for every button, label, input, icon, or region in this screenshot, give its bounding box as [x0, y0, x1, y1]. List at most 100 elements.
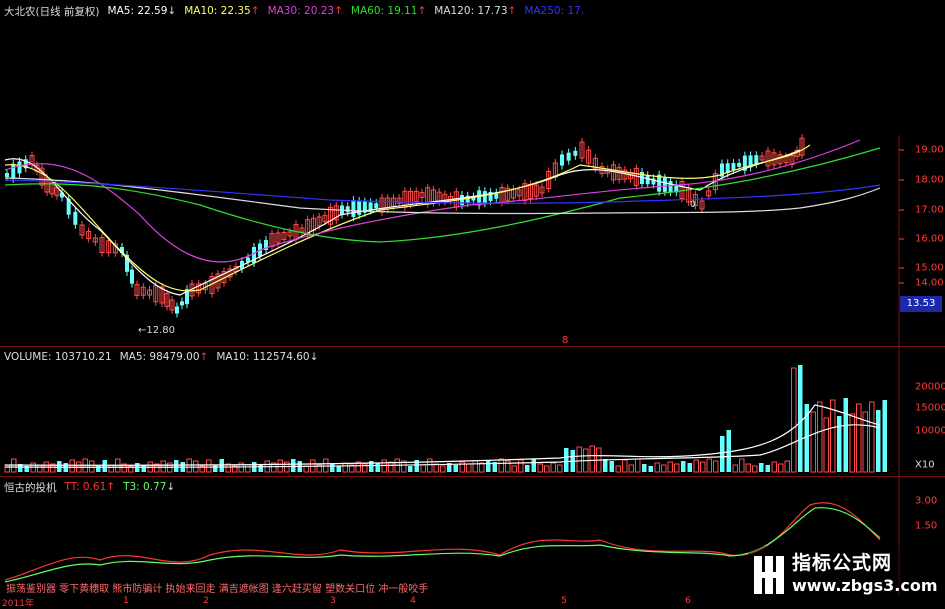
vol-ma5-label: MA5: 98479.00↑ [119, 351, 209, 363]
tt-label: TT: 0.61↑ [64, 481, 116, 493]
watermark-brand: 指标公式网 www.zbgs3.com [748, 546, 942, 606]
volume-bar [759, 463, 764, 472]
vol-ma10-label: MA10: 112574.60↓ [216, 351, 319, 363]
volume-bar [472, 460, 478, 473]
volume-bar [453, 465, 458, 472]
price-axis: 19.00 18.00 17.00 16.00 15.00 14.00 [900, 0, 945, 345]
volume-axis: 20000 15000 10000 X10 [900, 346, 945, 476]
volume-bar [550, 462, 556, 473]
volume-bar [784, 460, 790, 473]
volume-bar [258, 464, 263, 472]
volume-unit: X10 [915, 459, 935, 471]
volume-bar [206, 459, 212, 473]
volume-bar [681, 461, 686, 472]
volume-bar [537, 463, 543, 473]
separator [0, 346, 945, 347]
brand-logo-icon [754, 556, 784, 594]
volume-bar [810, 411, 816, 473]
volume-bar [843, 398, 848, 472]
ma30-line [4, 139, 861, 263]
volume-bar [193, 460, 199, 473]
volume-bar [525, 465, 530, 472]
volume-bar [408, 466, 413, 472]
volume-bar [291, 459, 296, 472]
volume-bar [778, 463, 784, 473]
low-price-label: ←12.80 [138, 325, 176, 336]
volume-bar [849, 413, 855, 473]
volume-bar [798, 365, 803, 472]
ma10-label: MA10: 22.35↑ [184, 5, 260, 17]
volume-legend: VOLUME: 103710.21 MA5: 98479.00↑ MA10: 1… [4, 349, 318, 365]
candle-body [566, 152, 571, 161]
ma30-label: MA30: 20.23↑ [267, 5, 343, 17]
volume-bar [823, 417, 829, 473]
volume-bar [622, 459, 628, 473]
volume-tick: 20000 [915, 381, 945, 393]
volume-bar [420, 464, 426, 473]
candle-body [731, 163, 736, 171]
volume-bar [693, 459, 699, 473]
volume-bar [791, 367, 797, 473]
ma5-label: MA5: 22.59↓ [107, 5, 177, 17]
vol-ma10-line [4, 424, 881, 468]
brand-name: 指标公式网 [792, 552, 893, 574]
date-tick: 1 [123, 596, 129, 606]
date-tick: 4 [410, 596, 416, 606]
price-tick: 14.00 [915, 277, 944, 289]
ma250-label: MA250: 17. [524, 5, 585, 17]
volume-bar [388, 461, 394, 473]
volume-bar [531, 459, 536, 472]
date-tick: 5 [561, 596, 567, 606]
candle-body [180, 301, 184, 306]
volume-bar [876, 410, 881, 472]
volume-bar [830, 399, 836, 473]
volume-bar [498, 458, 504, 473]
candle-body [668, 181, 673, 193]
volume-bar [245, 464, 251, 473]
volume-bar [375, 463, 380, 472]
candle-body [662, 177, 667, 192]
candle-body [175, 306, 179, 314]
volume-bar [459, 461, 465, 473]
volume-bar [869, 401, 875, 473]
date-tick: 2 [203, 596, 209, 606]
volume-bar [518, 459, 524, 473]
volume-bar [720, 436, 725, 472]
volume-bar [752, 465, 758, 473]
volume-bar [745, 463, 751, 473]
volume-bar [603, 459, 608, 472]
volume-bar [544, 465, 550, 473]
ma5-line [4, 149, 801, 296]
candle-body [11, 163, 16, 179]
candle-body [737, 162, 742, 167]
volume-bar [765, 465, 770, 472]
indicator-legend: 恒古的投机 TT: 0.61↑ T3: 0.77↓ [4, 479, 175, 495]
candle-body [482, 191, 487, 204]
candle-body [73, 211, 78, 225]
volume-bar [108, 464, 114, 473]
price-tick: 17.00 [915, 204, 944, 216]
volume-bar [739, 458, 745, 473]
volume-bar [330, 464, 335, 472]
stock-chart-window: 大北农(日线 前复权) MA5: 22.59↓ MA10: 22.35↑ MA3… [0, 0, 945, 609]
volume-bar [486, 460, 491, 472]
candle-body [5, 173, 9, 177]
candle-body [351, 200, 356, 218]
current-price-badge: 13.53 [900, 296, 942, 312]
price-tick: 18.00 [915, 174, 944, 186]
volume-bar [615, 465, 621, 473]
price-tick: 19.00 [915, 144, 944, 156]
volume-bar [837, 416, 842, 472]
volume-bar [817, 401, 823, 473]
date-tick: 2011年 [2, 599, 34, 609]
chart-canvas[interactable] [0, 0, 945, 609]
volume-bar [882, 400, 887, 472]
volume-bar [648, 466, 653, 472]
volume-bar [564, 448, 569, 472]
volume-bar [511, 465, 517, 473]
stock-title: 大北农(日线 前复权) [4, 5, 100, 18]
price-tick: 15.00 [915, 262, 944, 274]
volume-bar [609, 461, 614, 472]
price-tick: 16.00 [915, 233, 944, 245]
ma60-label: MA60: 19.11↑ [350, 5, 427, 17]
